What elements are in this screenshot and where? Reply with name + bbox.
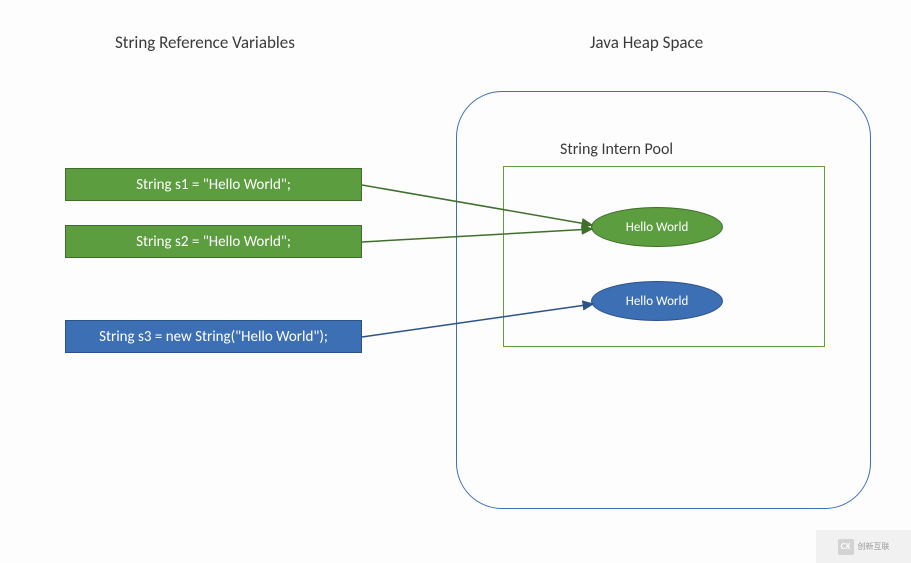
intern-pool-label: String Intern Pool xyxy=(560,140,673,159)
heap-string-obj2: Hello World xyxy=(591,281,723,321)
string-ref-s3: String s3 = new String("Hello World"); xyxy=(65,320,362,353)
right-section-title: Java Heap Space xyxy=(590,32,703,53)
string-ref-s1: String s1 = "Hello World"; xyxy=(65,168,362,201)
left-section-title: String Reference Variables xyxy=(115,32,295,53)
watermark-logo-icon: CX xyxy=(838,539,854,555)
watermark: CX 创新互联 xyxy=(816,530,911,563)
watermark-text: 创新互联 xyxy=(858,541,890,552)
pooled-string-obj1: Hello World xyxy=(591,207,723,247)
string-ref-s2: String s2 = "Hello World"; xyxy=(65,225,362,258)
